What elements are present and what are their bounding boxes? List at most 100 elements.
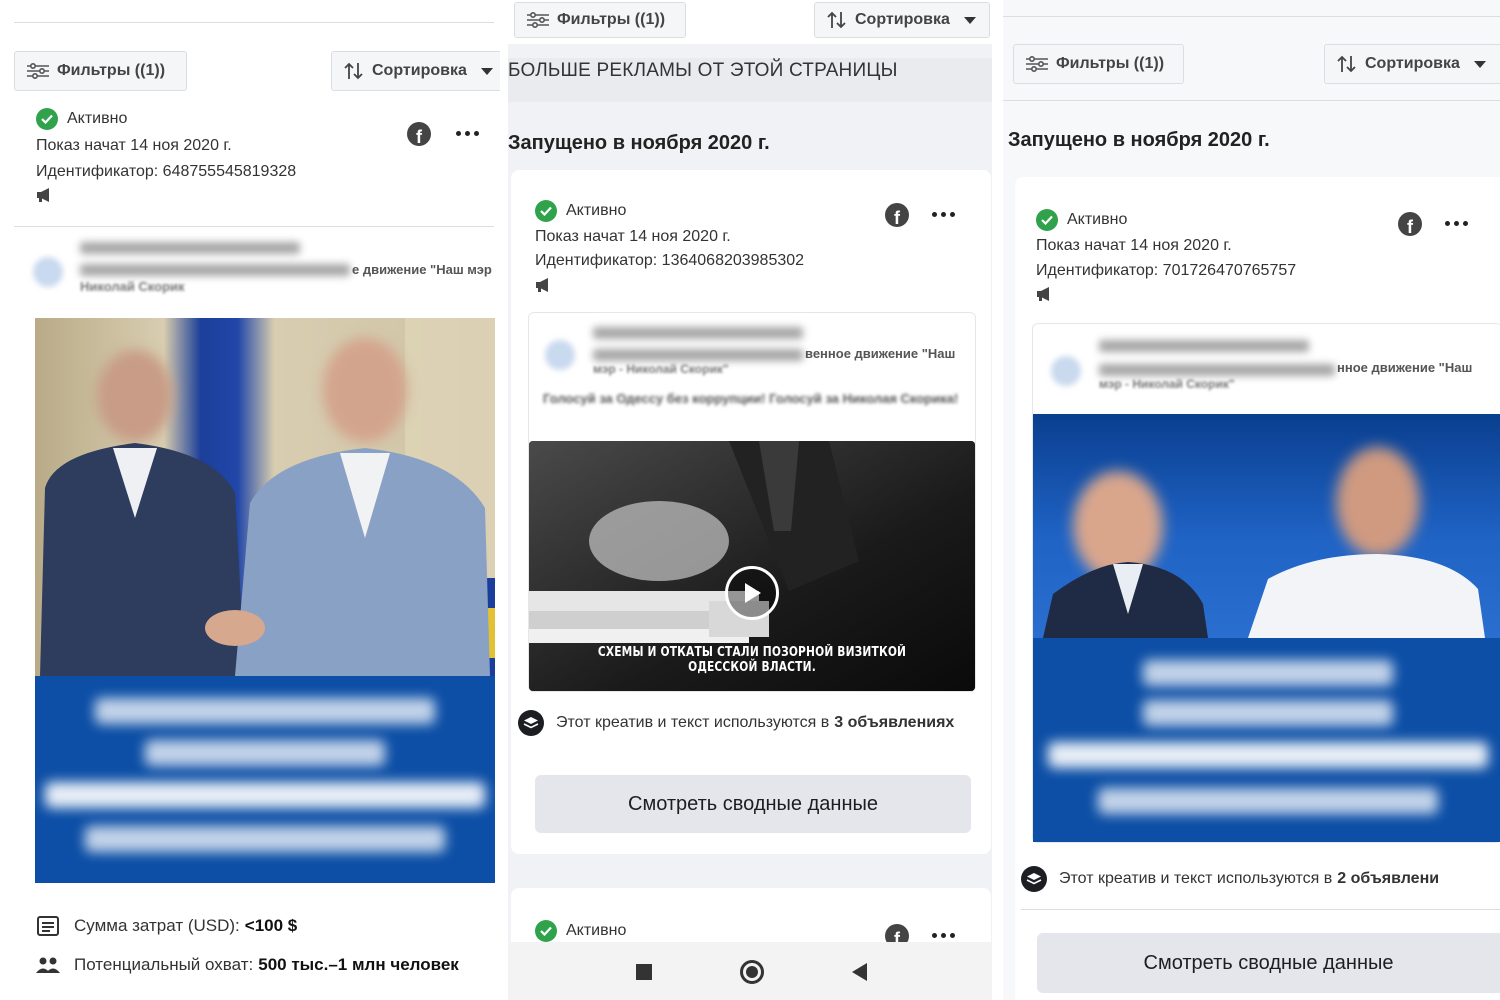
spend-row: Сумма затрат (USD): <100 $ bbox=[36, 914, 297, 938]
spend-value: <100 $ bbox=[244, 916, 298, 935]
panel-separator bbox=[500, 0, 508, 1000]
divider bbox=[14, 226, 494, 227]
check-circle-icon bbox=[535, 920, 557, 942]
layers-icon bbox=[518, 710, 544, 736]
ad-start-date: Показ начат 14 ноя 2020 г. bbox=[36, 137, 232, 154]
more-options-icon[interactable] bbox=[1445, 221, 1468, 226]
banner-line-1 bbox=[1143, 660, 1393, 686]
blurred-page-name bbox=[80, 264, 350, 276]
banner-line-3 bbox=[1048, 742, 1488, 768]
view-summary-label: Смотреть сводные данные bbox=[628, 792, 878, 815]
panel-separator bbox=[992, 0, 1003, 1000]
filters-label: Фильтры ((1)) bbox=[557, 11, 666, 28]
chevron-down-icon bbox=[963, 16, 976, 24]
creative-usage-row: Этот креатив и текст используются в 2 об… bbox=[1021, 866, 1439, 892]
ad-id: Идентификатор: 701726470765757 bbox=[1036, 262, 1297, 279]
page-name-line2: мэр - Николай Скорик" bbox=[1099, 377, 1235, 391]
check-circle-icon bbox=[1036, 209, 1058, 231]
status-label: Активно bbox=[1067, 211, 1128, 228]
sort-button[interactable]: Сортировка bbox=[331, 51, 500, 91]
filters-label: Фильтры ((1)) bbox=[57, 62, 166, 79]
megaphone-icon bbox=[1037, 287, 1049, 301]
page-name-partial: венное движение "Наш bbox=[805, 346, 956, 361]
spend-label: Сумма затрат (USD): bbox=[74, 916, 240, 935]
filters-label: Фильтры ((1)) bbox=[1056, 55, 1165, 72]
sort-button[interactable]: Сортировка bbox=[1324, 44, 1500, 84]
people-icon bbox=[36, 957, 60, 973]
page-name-line2: мэр - Николай Скорик" bbox=[593, 362, 729, 376]
view-summary-label: Смотреть сводные данные bbox=[1143, 951, 1394, 974]
facebook-icon: f bbox=[885, 203, 909, 227]
filters-button[interactable]: Фильтры ((1)) bbox=[514, 2, 686, 38]
divider bbox=[1003, 100, 1500, 101]
android-nav-bar bbox=[508, 942, 992, 1000]
page-name-line2: Николай Скорик bbox=[80, 279, 185, 294]
page-avatar bbox=[33, 257, 63, 287]
megaphone-icon bbox=[536, 278, 548, 292]
blurred-page-title bbox=[80, 242, 300, 254]
more-options-icon[interactable] bbox=[932, 212, 955, 217]
blurred-page-title bbox=[1099, 340, 1309, 352]
usage-count: 2 объявлени bbox=[1337, 870, 1440, 887]
banner-line-2 bbox=[1143, 700, 1393, 726]
filter-sliders-icon bbox=[1026, 56, 1048, 72]
divider bbox=[14, 22, 494, 23]
facebook-icon: f bbox=[1398, 212, 1422, 236]
status-label: Активно bbox=[566, 922, 627, 939]
layers-icon bbox=[1021, 866, 1047, 892]
status-label: Активно bbox=[67, 110, 128, 127]
check-circle-icon bbox=[36, 108, 58, 130]
page-name-partial: нное движение "Наш bbox=[1337, 360, 1473, 375]
creative-preview: венное движение "Наш мэр - Николай Скори… bbox=[528, 312, 976, 692]
filters-button[interactable]: Фильтры ((1)) bbox=[14, 51, 187, 91]
ad-card: Активно Показ начат 14 ноя 2020 г. Идент… bbox=[511, 170, 991, 854]
back-icon[interactable] bbox=[852, 963, 867, 981]
usage-text: Этот креатив и текст используются в bbox=[556, 714, 830, 731]
page-avatar bbox=[545, 340, 575, 370]
page-avatar bbox=[1051, 356, 1081, 386]
usage-count: 3 объявлениях bbox=[834, 714, 955, 731]
reach-label: Потенциальный охват: bbox=[74, 955, 254, 974]
sort-button[interactable]: Сортировка bbox=[814, 2, 990, 38]
status-active: Активно bbox=[1036, 209, 1127, 231]
chevron-down-icon bbox=[1473, 60, 1486, 68]
home-icon[interactable] bbox=[740, 960, 764, 984]
reach-row: Потенциальный охват: 500 тыс.–1 млн чело… bbox=[36, 955, 459, 975]
money-icon bbox=[37, 916, 59, 936]
facebook-icon: f bbox=[407, 122, 431, 146]
view-summary-button[interactable]: Смотреть сводные данные bbox=[1037, 933, 1500, 993]
play-icon[interactable] bbox=[725, 566, 779, 620]
divider bbox=[1021, 909, 1500, 910]
recents-icon[interactable] bbox=[636, 964, 652, 980]
status-active: Активно bbox=[535, 200, 626, 222]
more-options-icon[interactable] bbox=[932, 933, 955, 938]
view-summary-button[interactable]: Смотреть сводные данные bbox=[535, 775, 971, 833]
panel-3-ad-card: Фильтры ((1)) Сортировка Запущено в нояб… bbox=[1003, 0, 1500, 1000]
filters-button[interactable]: Фильтры ((1)) bbox=[1013, 44, 1184, 84]
ad-photo-handshake bbox=[35, 318, 495, 676]
creative-usage-row: Этот креатив и текст используются в 3 об… bbox=[518, 710, 954, 736]
ad-banner-text bbox=[1033, 638, 1500, 842]
filter-sliders-icon bbox=[27, 63, 49, 79]
next-ad-card: Активно f bbox=[511, 888, 991, 948]
creative-preview: нное движение "Наш мэр - Николай Скорик" bbox=[1032, 323, 1500, 843]
video-caption: СХЕМЫ И ОТКАТЫ СТАЛИ ПОЗОРНОЙ ВИЗИТКОЙ О… bbox=[597, 645, 907, 675]
video-player[interactable]: СХЕМЫ И ОТКАТЫ СТАЛИ ПОЗОРНОЙ ВИЗИТКОЙ О… bbox=[529, 441, 975, 691]
sort-arrows-icon bbox=[827, 11, 846, 29]
sort-arrows-icon bbox=[1337, 55, 1356, 73]
ad-start-date: Показ начат 14 ноя 2020 г. bbox=[1036, 237, 1232, 254]
sort-label: Сортировка bbox=[855, 11, 950, 28]
check-circle-icon bbox=[535, 200, 557, 222]
usage-text: Этот креатив и текст используются в bbox=[1059, 870, 1333, 887]
section-title: Запущено в ноября 2020 г. bbox=[1008, 129, 1270, 151]
ad-photo-candidates bbox=[1033, 414, 1500, 638]
filter-sliders-icon bbox=[527, 12, 549, 28]
ad-card: Активно Показ начат 14 ноя 2020 г. Идент… bbox=[1015, 177, 1500, 1000]
blurred-page-name bbox=[593, 349, 803, 361]
status-active: Активно bbox=[36, 108, 127, 130]
panel-2-ad-card: Фильтры ((1)) Сортировка БОЛЬШЕ РЕКЛАМЫ … bbox=[508, 0, 992, 1000]
more-options-icon[interactable] bbox=[456, 131, 479, 136]
post-text: Голосуй за Одессу без коррупции! Голосуй… bbox=[543, 391, 959, 406]
banner-line-4 bbox=[1098, 788, 1438, 814]
banner-line-1 bbox=[95, 698, 435, 724]
